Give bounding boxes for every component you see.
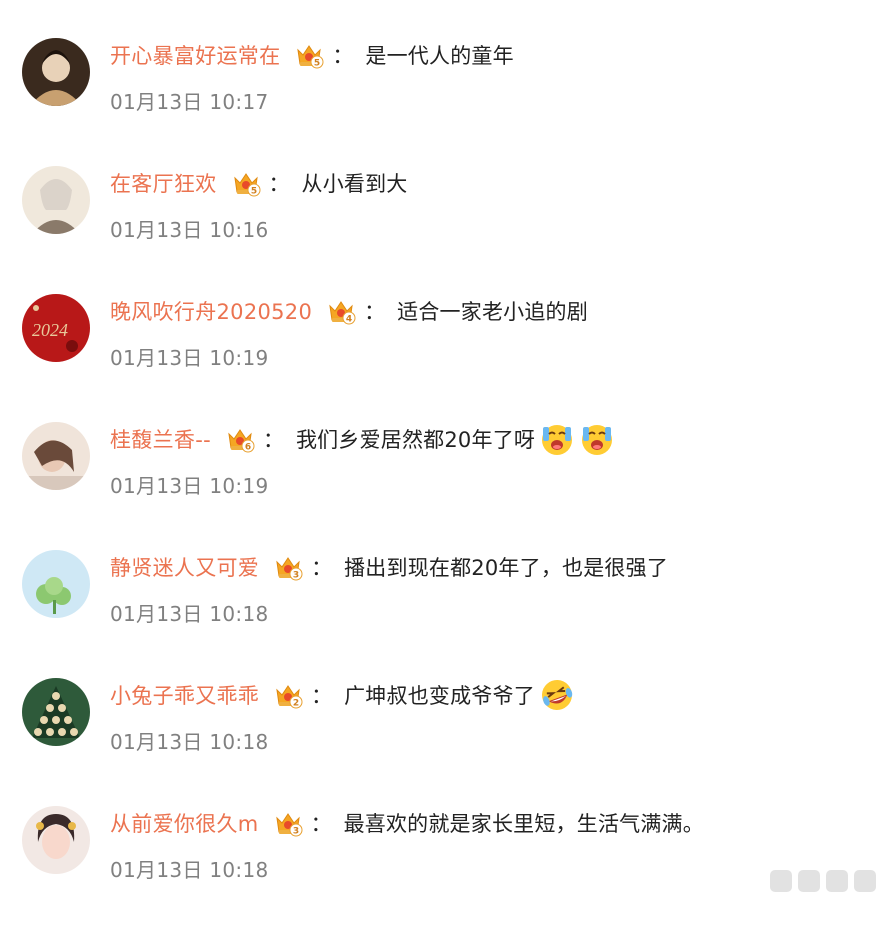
username-link[interactable]: 晚风吹行舟2020520 (110, 296, 312, 326)
comment-text: 播出到现在都20年了，也是很强了 (344, 556, 669, 580)
separator-colon: ： (311, 684, 333, 708)
comment-item: 开心暴富好运常在 5 ： 是一代人的童年 01月13日 10:17 (0, 38, 890, 166)
comment-timestamp: 01月13日 10:18 (110, 730, 269, 754)
svg-text:2024: 2024 (32, 320, 68, 340)
separator-colon: ： (332, 44, 354, 68)
separator-colon: ： (262, 428, 284, 452)
svg-text:6: 6 (245, 443, 251, 453)
fan-level-crown-icon[interactable]: 3 (273, 552, 303, 582)
username-link[interactable]: 静贤迷人又可爱 (110, 552, 259, 582)
username-link[interactable]: 开心暴富好运常在 (110, 40, 280, 70)
comment-timestamp: 01月13日 10:16 (110, 218, 269, 242)
comment-line: 开心暴富好运常在 5 ： 是一代人的童年 (110, 40, 514, 70)
username-link[interactable]: 在客厅狂欢 (110, 168, 217, 198)
separator-colon: ： (268, 172, 290, 196)
fan-level-crown-icon[interactable]: 2 (273, 680, 303, 710)
fan-level-crown-icon[interactable]: 5 (231, 168, 261, 198)
username-link[interactable]: 小兔子乖又乖乖 (110, 680, 259, 710)
avatar[interactable] (22, 166, 90, 234)
comment-line: 桂馥兰香-- 6 ： 我们乡爱居然都20年了呀 (110, 421, 615, 457)
separator-colon: ： (364, 300, 386, 324)
comment-text: 广坤叔也变成爷爷了 (344, 684, 535, 708)
svg-text:5: 5 (250, 187, 256, 197)
fan-level-crown-icon[interactable]: 6 (225, 424, 255, 454)
avatar[interactable]: 2024 (22, 294, 90, 362)
svg-text:3: 3 (293, 571, 299, 581)
comment-timestamp: 01月13日 10:19 (110, 474, 269, 498)
comment-line: 晚风吹行舟2020520 4 ： 适合一家老小追的剧 (110, 296, 588, 326)
avatar[interactable] (22, 550, 90, 618)
separator-colon: ： (310, 812, 332, 836)
laugh-cry-emoji (539, 677, 575, 713)
username-link[interactable]: 从前爱你很久m (110, 808, 259, 838)
avatar[interactable] (22, 38, 90, 106)
avatar[interactable] (22, 806, 90, 874)
fan-level-crown-icon[interactable]: 5 (294, 40, 324, 70)
comment-timestamp: 01月13日 10:18 (110, 858, 269, 882)
comment-item: 小兔子乖又乖乖 2 ： 广坤叔也变成爷爷了 01月13日 10:18 (0, 678, 890, 806)
comment-line: 在客厅狂欢 5 ： 从小看到大 (110, 168, 408, 198)
comment-line: 静贤迷人又可爱 3 ： 播出到现在都20年了，也是很强了 (110, 552, 668, 582)
svg-text:3: 3 (292, 827, 298, 837)
comment-text: 我们乡爱居然都20年了呀 (295, 428, 536, 452)
avatar[interactable] (22, 678, 90, 746)
comment-timestamp: 01月13日 10:19 (110, 346, 269, 370)
comment-item: 在客厅狂欢 5 ： 从小看到大 01月13日 10:16 (0, 166, 890, 294)
comment-item: 静贤迷人又可爱 3 ： 播出到现在都20年了，也是很强了 01月13日 10:1… (0, 550, 890, 678)
avatar[interactable] (22, 422, 90, 490)
svg-text:5: 5 (314, 59, 320, 69)
username-link[interactable]: 桂馥兰香-- (110, 424, 211, 454)
comment-item: 桂馥兰香-- 6 ： 我们乡爱居然都20年了呀 01月13日 10:19 (0, 422, 890, 550)
separator-colon: ： (311, 556, 333, 580)
crying-emoji (579, 421, 615, 457)
comment-text: 是一代人的童年 (365, 44, 514, 68)
fan-level-crown-icon[interactable]: 3 (273, 808, 303, 838)
comment-text: 从小看到大 (301, 172, 408, 196)
watermark (770, 870, 876, 892)
comment-text: 最喜欢的就是家长里短，生活气满满。 (343, 812, 704, 836)
comment-line: 从前爱你很久m 3 ： 最喜欢的就是家长里短，生活气满满。 (110, 808, 704, 838)
comment-line: 小兔子乖又乖乖 2 ： 广坤叔也变成爷爷了 (110, 680, 575, 710)
crying-emoji (539, 421, 575, 457)
comment-timestamp: 01月13日 10:18 (110, 602, 269, 626)
comment-item: 从前爱你很久m 3 ： 最喜欢的就是家长里短，生活气满满。 01月13日 10:… (0, 806, 890, 934)
fan-level-crown-icon[interactable]: 4 (326, 296, 356, 326)
comment-timestamp: 01月13日 10:17 (110, 90, 269, 114)
comment-item: 2024 晚风吹行舟2020520 4 ： 适合一家老小追的剧 01月13日 1… (0, 294, 890, 422)
svg-text:2: 2 (293, 699, 299, 709)
svg-text:4: 4 (346, 315, 352, 325)
comment-text: 适合一家老小追的剧 (397, 300, 588, 324)
